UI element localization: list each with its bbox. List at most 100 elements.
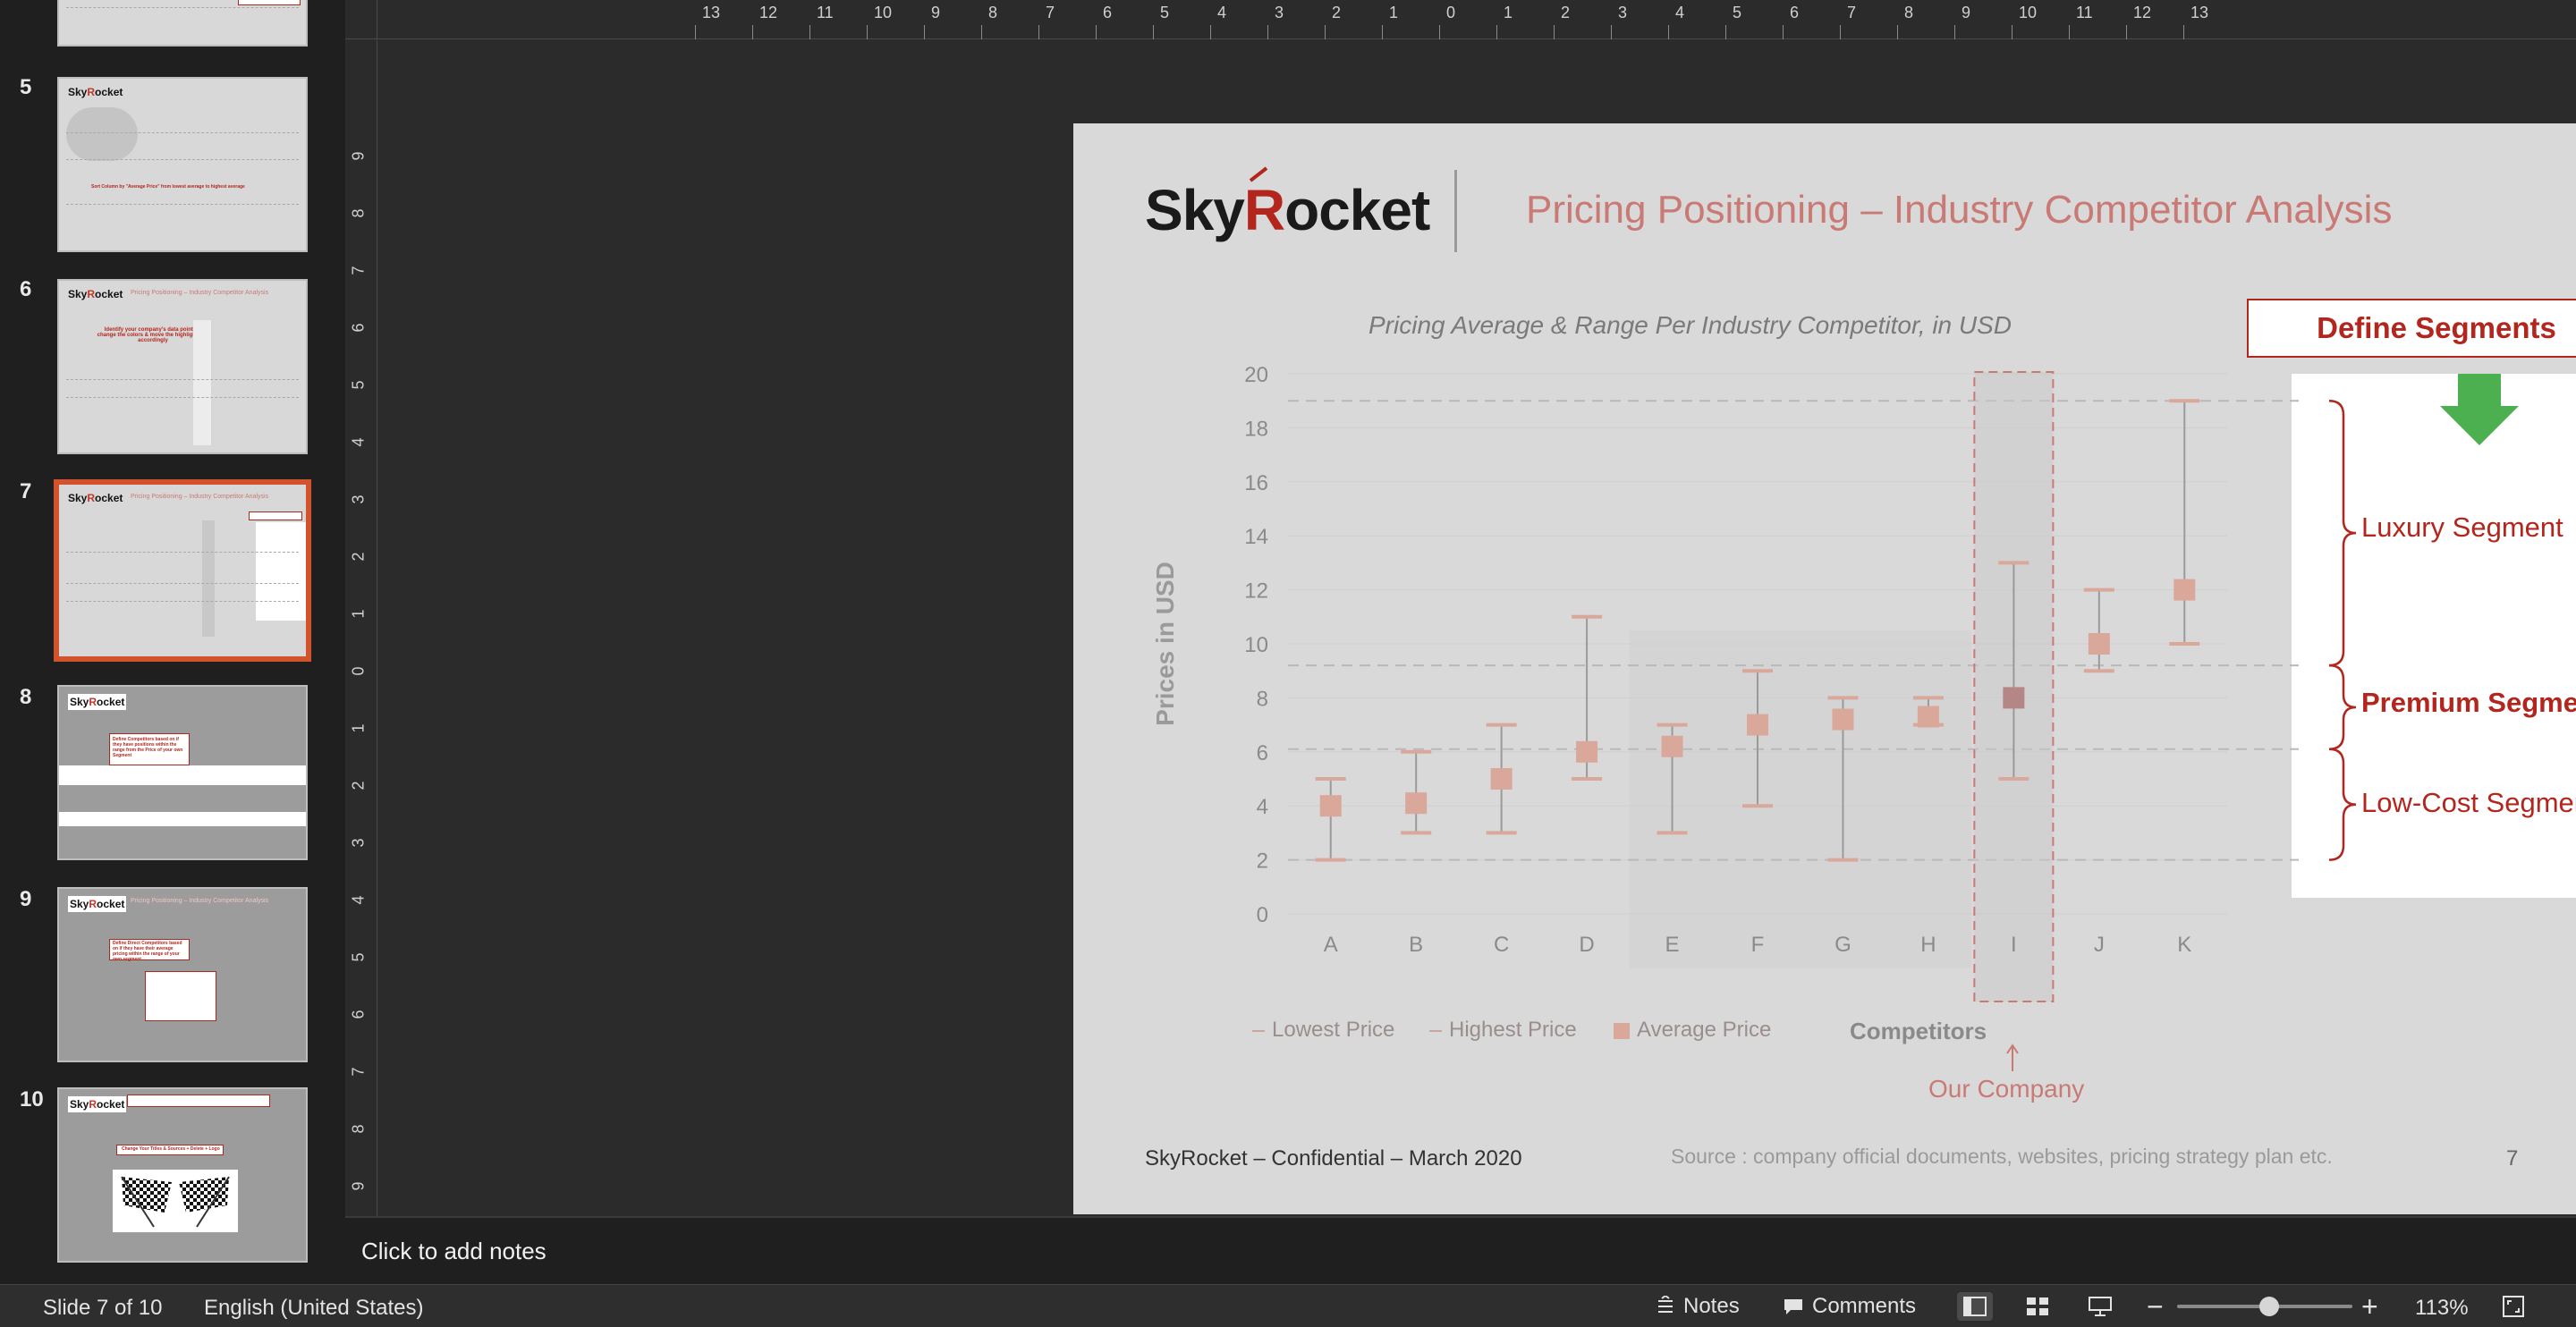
checkered-flags-icon xyxy=(121,1176,230,1228)
ruler-tick xyxy=(1554,25,1555,39)
x-tick-label: B xyxy=(1409,933,1423,957)
ruler-tick xyxy=(695,25,696,39)
competitor-highlight-area xyxy=(1629,630,1971,968)
ruler-tick xyxy=(809,25,810,39)
ruler-tick xyxy=(1325,25,1326,39)
average-price-marker xyxy=(1917,706,1939,728)
fit-to-window-button[interactable] xyxy=(2496,1292,2531,1321)
slide-thumbnail-8[interactable]: SkyRocket Define Competitors based on if… xyxy=(57,685,308,860)
comments-button-label: Comments xyxy=(1812,1294,1917,1318)
footer-confidential[interactable]: SkyRocket – Confidential – March 2020 xyxy=(1145,1146,1522,1171)
y-tick-label: 14 xyxy=(1244,525,1268,549)
zoom-out-button[interactable]: − xyxy=(2147,1290,2164,1323)
average-price-marker xyxy=(2174,579,2196,601)
notes-placeholder[interactable]: Click to add notes xyxy=(361,1238,547,1265)
y-tick-label: 20 xyxy=(1244,363,1268,387)
our-company-label[interactable]: Our Company xyxy=(1928,1075,2084,1103)
ruler-label: 8 xyxy=(988,4,998,21)
footer-source[interactable]: Source : company official documents, web… xyxy=(1671,1145,2333,1169)
ruler-tick xyxy=(1611,25,1612,39)
slide-7[interactable]: SkyRocket Pricing Positioning – Industry… xyxy=(1073,123,2576,1214)
normal-view-button[interactable] xyxy=(1957,1292,1993,1321)
ruler-label: 4 xyxy=(349,895,368,905)
luxury-segment-label[interactable]: Luxury Segment xyxy=(2361,511,2563,544)
slide-thumbnail-5[interactable]: SkyRocket Sort Column by "Average Price"… xyxy=(57,77,308,252)
average-price-marker xyxy=(1832,708,1854,731)
up-arrow-icon xyxy=(2006,1044,2019,1071)
average-price-marker xyxy=(1747,714,1768,736)
slide-thumbnail-9[interactable]: SkyRocket Pricing Positioning – Industry… xyxy=(57,887,308,1062)
thumb-title: Pricing Positioning – Industry Competito… xyxy=(131,494,269,500)
ruler-label: 2 xyxy=(349,781,368,790)
notes-icon xyxy=(1658,1296,1673,1313)
ruler-label: 1 xyxy=(349,723,368,733)
zoom-level[interactable]: 113% xyxy=(2415,1296,2469,1321)
ruler-tick xyxy=(2126,25,2127,39)
slide-thumbnail-6[interactable]: SkyRocket Pricing Positioning – Industry… xyxy=(57,279,308,454)
comments-button[interactable]: Comments xyxy=(1782,1290,1916,1323)
slide-thumbnail-4[interactable] xyxy=(57,0,308,46)
slide-thumbnail-panel[interactable]: 5 SkyRocket Sort Column by "Average Pric… xyxy=(0,0,345,1284)
ruler-tick xyxy=(867,25,868,39)
zoom-slider[interactable] xyxy=(2177,1297,2352,1316)
ruler-tick xyxy=(1153,25,1154,39)
notes-button[interactable]: Notes xyxy=(1655,1290,1740,1323)
ruler-label: 13 xyxy=(702,4,721,21)
slide-sorter-button[interactable] xyxy=(2020,1292,2055,1321)
language-indicator[interactable]: English (United States) xyxy=(204,1296,423,1321)
lowcost-segment-label[interactable]: Low-Cost Segment xyxy=(2361,787,2576,819)
status-bar: Slide 7 of 10 English (United States) No… xyxy=(0,1284,2576,1327)
thumbnail-row-5[interactable]: 5 SkyRocket Sort Column by "Average Pric… xyxy=(0,75,345,254)
thumb-logo: SkyRocket xyxy=(68,492,123,504)
thumb-note: Change Your Titles & Sources + Delete + … xyxy=(122,1146,220,1152)
comment-icon xyxy=(1784,1299,1802,1314)
notes-pane[interactable]: Click to add notes xyxy=(345,1216,2576,1284)
premium-segment-label[interactable]: Premium Segment xyxy=(2361,687,2576,719)
thumbnail-row-4[interactable] xyxy=(0,0,345,50)
average-price-marker xyxy=(2088,633,2110,655)
average-price-marker xyxy=(1490,768,1513,790)
thumbnail-row-6[interactable]: 6 SkyRocket Pricing Positioning – Indust… xyxy=(0,277,345,456)
slide-number: 10 xyxy=(20,1087,44,1111)
ruler-label: 4 xyxy=(349,437,368,447)
average-price-marker xyxy=(2003,687,2025,709)
thumb-logo: SkyRocket xyxy=(68,86,123,98)
ruler-tick xyxy=(2069,25,2070,39)
average-price-marker xyxy=(1405,792,1428,815)
fit-window-icon xyxy=(2503,1296,2524,1317)
y-tick-label: 8 xyxy=(1257,687,1268,711)
pricing-chart[interactable]: 0 2 4 6 8 10 12 14 16 18 20 Prices in USD A B C D E F G H I J… xyxy=(1073,123,2576,1214)
x-tick-label: F xyxy=(1751,933,1765,957)
ruler-label: 7 xyxy=(349,266,368,275)
ruler-label: 9 xyxy=(931,4,941,21)
x-tick-label: I xyxy=(2011,933,2017,957)
thumbnail-row-8[interactable]: 8 SkyRocket Define Competitors based on … xyxy=(0,685,345,864)
thumb-note: Define Direct Competitors based on if th… xyxy=(113,941,182,962)
x-tick-label: D xyxy=(1579,933,1594,957)
vertical-ruler[interactable]: 9 8 7 6 5 4 3 2 1 0 1 2 3 4 5 6 7 8 9 xyxy=(345,39,377,1216)
thumbnail-row-10[interactable]: 10 SkyRocket Change Your Titles & Source… xyxy=(0,1087,345,1266)
zoom-in-button[interactable]: + xyxy=(2361,1290,2378,1323)
slide-thumbnail-10[interactable]: SkyRocket Change Your Titles & Sources +… xyxy=(57,1087,308,1263)
zoom-slider-thumb[interactable] xyxy=(2259,1297,2279,1316)
horizontal-ruler[interactable]: 13 12 11 10 9 8 7 6 5 4 3 2 1 0 1 2 3 4 5 6 7 8 9 10 11 12 13 xyxy=(377,0,2576,39)
slide-thumbnail-7-selected[interactable]: SkyRocket Pricing Positioning – Industry… xyxy=(54,479,311,662)
ruler-tick xyxy=(1267,25,1268,39)
ruler-tick xyxy=(1096,25,1097,39)
ruler-label: 10 xyxy=(874,4,893,21)
ruler-label: 3 xyxy=(349,838,368,848)
thumbnail-row-9[interactable]: 9 SkyRocket Pricing Positioning – Indust… xyxy=(0,887,345,1066)
thumb-logo: SkyRocket xyxy=(68,694,127,710)
ruler-label: 1 xyxy=(349,609,368,619)
presenter-view-button[interactable] xyxy=(2082,1292,2118,1321)
ruler-tick xyxy=(1210,25,1211,39)
ruler-tick xyxy=(1897,25,1898,39)
slide-canvas[interactable]: SkyRocket Pricing Positioning – Industry… xyxy=(377,39,2576,1216)
ruler-label: 4 xyxy=(1217,4,1227,21)
ruler-label: 9 xyxy=(1962,4,1971,21)
ruler-label: 5 xyxy=(349,380,368,390)
thumbnail-row-7[interactable]: 7 SkyRocket Pricing Positioning – Indust… xyxy=(0,479,345,662)
ruler-corner xyxy=(345,0,377,39)
ruler-label: 3 xyxy=(1618,4,1628,21)
ruler-label: 5 xyxy=(1160,4,1170,21)
